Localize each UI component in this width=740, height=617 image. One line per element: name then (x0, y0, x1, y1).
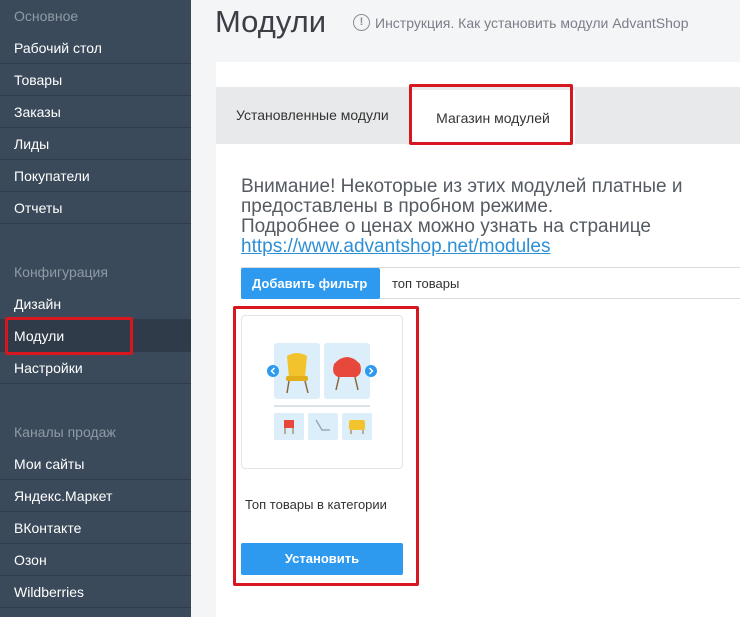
sidebar: Основное Рабочий стол Товары Заказы Лиды… (0, 0, 191, 617)
sidebar-item-wildberries[interactable]: Wildberries (0, 576, 191, 608)
notice-warning-text: Внимание! Некоторые из этих модулей плат… (241, 176, 683, 217)
help-link[interactable]: ! Инструкция. Как установить модули Adva… (353, 14, 689, 31)
filter-bar: Добавить фильтр ▼ топ товары (241, 267, 740, 323)
sidebar-item-ozon[interactable]: Озон (0, 544, 191, 576)
add-filter-label: Добавить фильтр (252, 276, 368, 291)
sidebar-item-yandex-market[interactable]: Яндекс.Маркет (0, 480, 191, 512)
notice-pricing-text: Подробнее о ценах можно узнать на страни… (241, 216, 651, 237)
help-bubble-icon: ! (353, 14, 370, 31)
sidebar-section-config: Конфигурация (14, 264, 108, 280)
sidebar-item-vkontakte[interactable]: ВКонтакте (0, 512, 191, 544)
sidebar-item-design[interactable]: Дизайн (0, 288, 191, 320)
highlight-store-tab (409, 84, 573, 145)
add-filter-button[interactable]: Добавить фильтр ▼ (241, 268, 380, 323)
tab-installed-modules[interactable]: Установленные модули (236, 87, 389, 144)
help-link-text[interactable]: Инструкция. Как установить модули Advant… (375, 15, 689, 31)
trial-notice: Внимание! Некоторые из этих модулей плат… (241, 177, 721, 257)
highlight-modules-item (5, 317, 133, 355)
sidebar-item-orders[interactable]: Заказы (0, 96, 191, 128)
sidebar-item-customers[interactable]: Покупатели (0, 160, 191, 192)
pricing-link[interactable]: https://www.advantshop.net/modules (241, 236, 550, 257)
sidebar-item-my-sites[interactable]: Мои сайты (0, 448, 191, 480)
page-title: Модули (215, 4, 327, 39)
sidebar-item-settings[interactable]: Настройки (0, 352, 191, 384)
filter-query[interactable]: топ товары (392, 268, 459, 299)
sidebar-section-channels: Каналы продаж (14, 424, 116, 440)
sidebar-item-reports[interactable]: Отчеты (0, 192, 191, 224)
sidebar-section-main: Основное (14, 8, 79, 24)
sidebar-item-products[interactable]: Товары (0, 64, 191, 96)
sidebar-item-leads[interactable]: Лиды (0, 128, 191, 160)
highlight-module-card (233, 306, 419, 586)
sidebar-item-dashboard[interactable]: Рабочий стол (0, 32, 191, 64)
